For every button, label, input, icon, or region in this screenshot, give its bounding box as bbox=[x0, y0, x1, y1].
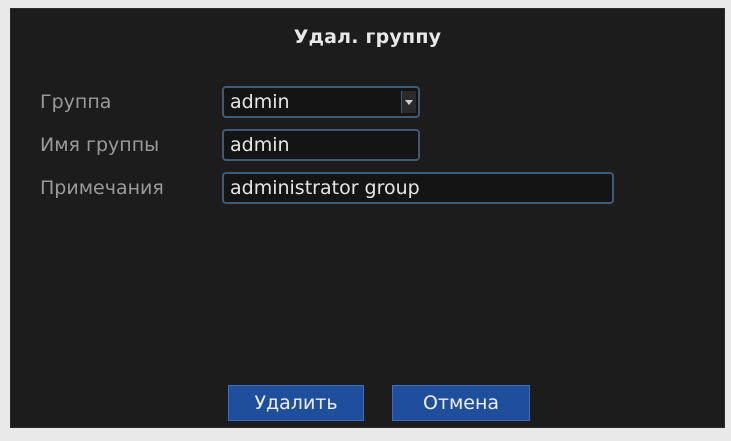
dialog-title: Удал. группу bbox=[293, 26, 442, 48]
group-name-value: admin bbox=[230, 134, 290, 156]
group-name-field[interactable]: admin bbox=[222, 129, 420, 161]
chevron-down-icon[interactable] bbox=[401, 91, 416, 113]
notes-label: Примечания bbox=[40, 177, 164, 199]
notes-value: administrator group bbox=[230, 177, 420, 199]
notes-field[interactable]: administrator group bbox=[222, 172, 614, 204]
group-name-label: Имя группы bbox=[40, 134, 160, 156]
cancel-button[interactable]: Отмена bbox=[392, 385, 530, 421]
group-label: Группа bbox=[40, 91, 112, 113]
delete-button[interactable]: Удалить bbox=[228, 385, 364, 421]
delete-group-dialog: Удал. группу Группа admin Имя группы adm… bbox=[10, 8, 725, 428]
group-select-value: admin bbox=[230, 91, 290, 113]
window-frame: Удал. группу Группа admin Имя группы adm… bbox=[0, 0, 731, 441]
group-select[interactable]: admin bbox=[222, 86, 420, 118]
